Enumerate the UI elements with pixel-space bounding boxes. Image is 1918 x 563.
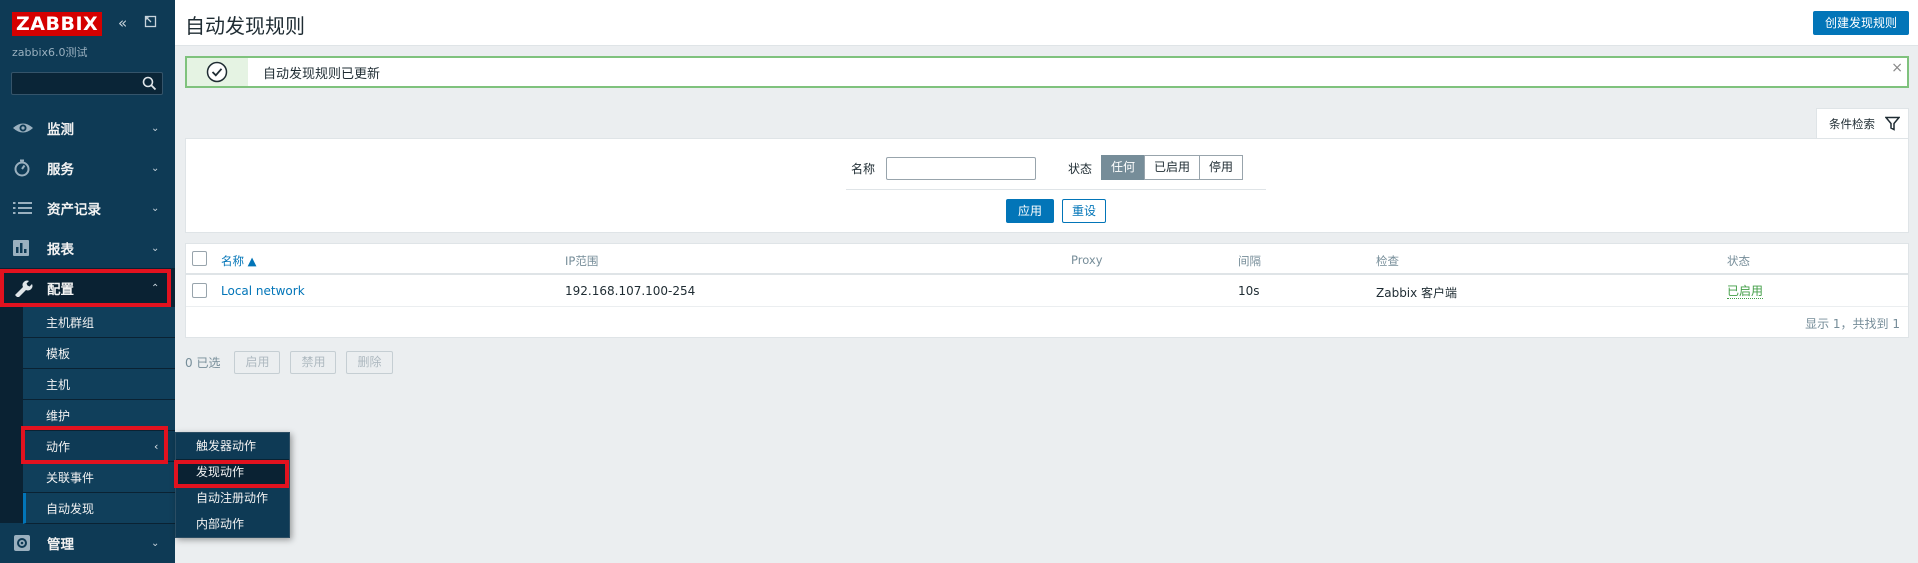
submenu-actions-label: 动作 (46, 439, 71, 454)
chevron-left-icon: ‹ (154, 439, 159, 453)
check-circle-icon (206, 61, 228, 83)
filter-panel: 名称 状态 任何 已启用 停用 应用 重设 (185, 138, 1909, 233)
kiosk-mode-icon[interactable] (144, 14, 157, 32)
submenu-discovery-label: 自动发现 (46, 501, 95, 516)
column-ip-range-header: IP范围 (565, 254, 599, 268)
collapse-sidebar-icon[interactable]: « (118, 14, 127, 32)
submenu-host-groups[interactable]: 主机群组 (23, 307, 175, 338)
menu-administration[interactable]: 管理 ⌄ (0, 523, 175, 563)
column-status-header: 状态 (1727, 254, 1750, 268)
filter-divider (846, 189, 1266, 190)
filter-tab-label: 条件检索 (1829, 116, 1875, 131)
page-header: 自动发现规则 创建发现规则 (175, 0, 1918, 46)
filter-icon (1885, 116, 1900, 131)
menu-inventory[interactable]: 资产记录 ⌄ (0, 188, 175, 228)
chevron-down-icon: ⌄ (151, 242, 160, 254)
zabbix-logo[interactable]: ZABBIX (12, 12, 103, 36)
bar-chart-icon (13, 240, 29, 256)
success-message: 自动发现规则已更新 × (185, 56, 1909, 88)
submenu-event-correlation[interactable]: 关联事件 (23, 462, 175, 493)
menu-configuration-label: 配置 (47, 282, 74, 298)
filter-status-segmented: 任何 已启用 停用 (1101, 155, 1244, 180)
rule-ip-range: 192.168.107.100-254 (565, 284, 696, 298)
chevron-down-icon: ⌄ (151, 122, 160, 134)
submenu-maintenance[interactable]: 维护 (23, 400, 175, 431)
wrench-icon (15, 280, 33, 297)
reset-button[interactable]: 重设 (1062, 199, 1107, 223)
main-content: 自动发现规则 创建发现规则 自动发现规则已更新 × 条件检索 名称 状态 任何 … (175, 0, 1918, 563)
selected-count: 0 已选 (185, 355, 221, 370)
rule-status-toggle[interactable]: 已启用 (1727, 284, 1764, 299)
chevron-down-icon: ⌄ (151, 162, 160, 174)
mass-actions-bar: 0 已选 启用 禁用 删除 (185, 350, 403, 374)
chevron-down-icon: ⌄ (151, 202, 160, 214)
search-icon[interactable] (141, 75, 158, 92)
filter-tab[interactable]: 条件检索 (1816, 108, 1909, 138)
menu-services-label: 服务 (47, 162, 74, 178)
submenu-event-correlation-label: 关联事件 (46, 470, 95, 485)
status-option-enabled[interactable]: 已启用 (1144, 155, 1201, 180)
mass-enable-button[interactable]: 启用 (234, 350, 281, 374)
menu-monitoring[interactable]: 监测 ⌄ (0, 108, 175, 148)
rule-interval: 10s (1238, 284, 1260, 298)
menu-services[interactable]: 服务 ⌄ (0, 148, 175, 188)
configuration-submenu: 主机群组 模板 主机 维护 动作 ‹ 关联事件 自动发现 (0, 307, 175, 524)
mass-delete-button[interactable]: 删除 (346, 350, 393, 374)
menu-configuration[interactable]: 配置 ⌃ (0, 268, 175, 308)
status-option-any[interactable]: 任何 (1101, 155, 1146, 180)
create-discovery-rule-button[interactable]: 创建发现规则 (1812, 11, 1909, 35)
menu-reports[interactable]: 报表 ⌄ (0, 228, 175, 268)
success-icon-area (187, 58, 248, 86)
filter-status-label: 状态 (1068, 162, 1093, 176)
column-checks-header: 检查 (1376, 254, 1399, 268)
mass-disable-button[interactable]: 禁用 (290, 350, 337, 374)
success-message-text: 自动发现规则已更新 (263, 66, 381, 82)
close-icon[interactable]: × (1891, 60, 1903, 76)
menu-reports-label: 报表 (47, 242, 74, 258)
rule-name-link[interactable]: Local network (221, 284, 305, 298)
rule-checks: Zabbix 客户端 (1376, 286, 1458, 300)
page-title: 自动发现规则 (185, 14, 305, 38)
column-interval-header: 间隔 (1238, 254, 1261, 268)
discovery-rules-table: 名称 ▲ IP范围 Proxy 间隔 检查 状态 Local network 1… (185, 243, 1909, 338)
submenu-host-groups-label: 主机群组 (46, 315, 95, 330)
submenu-discovery[interactable]: 自动发现 (23, 493, 175, 524)
apply-button[interactable]: 应用 (1006, 199, 1055, 223)
stopwatch-icon (14, 159, 30, 177)
submenu-hosts-label: 主机 (46, 377, 71, 392)
submenu-maintenance-label: 维护 (46, 408, 71, 423)
row-checkbox[interactable] (192, 283, 207, 298)
table-paging-info: 显示 1，共找到 1 (1805, 317, 1900, 331)
menu-inventory-label: 资产记录 (47, 202, 101, 218)
column-proxy-header: Proxy (1071, 253, 1103, 267)
eye-icon (13, 123, 33, 133)
list-icon (13, 202, 32, 214)
status-option-disabled[interactable]: 停用 (1199, 155, 1244, 180)
column-name-header[interactable]: 名称 ▲ (221, 253, 257, 269)
submenu-templates[interactable]: 模板 (23, 338, 175, 369)
select-all-checkbox[interactable] (192, 251, 207, 266)
table-header-row: 名称 ▲ IP范围 Proxy 间隔 检查 状态 (186, 244, 1908, 275)
sidebar-search-input[interactable] (11, 72, 163, 95)
submenu-actions[interactable]: 动作 ‹ (23, 431, 175, 462)
menu-monitoring-label: 监测 (47, 122, 74, 138)
filter-name-input[interactable] (886, 157, 1036, 180)
menu-administration-label: 管理 (47, 537, 74, 553)
submenu-templates-label: 模板 (46, 346, 71, 361)
cog-icon (14, 535, 30, 551)
chevron-down-icon: ⌄ (151, 537, 160, 549)
submenu-hosts[interactable]: 主机 (23, 369, 175, 400)
chevron-up-icon: ⌃ (151, 282, 160, 294)
filter-name-label: 名称 (851, 162, 876, 176)
sidebar: ZABBIX « zabbix6.0测试 监测 ⌄ 服务 ⌄ 资产记录 ⌄ 报表… (0, 0, 175, 563)
server-name: zabbix6.0测试 (12, 46, 88, 59)
table-row: Local network 192.168.107.100-254 10s Za… (186, 275, 1908, 307)
